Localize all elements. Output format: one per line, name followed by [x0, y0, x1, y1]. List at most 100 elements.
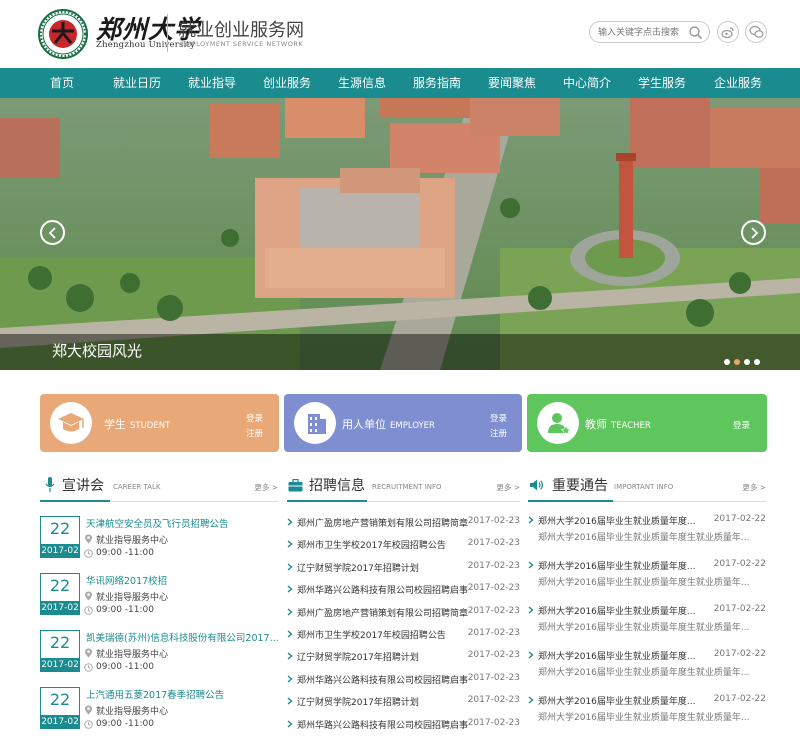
talk-date-badge: 22 2017-02: [40, 573, 80, 615]
banner-dot-1[interactable]: [724, 359, 730, 365]
banner-dot-2[interactable]: [734, 359, 740, 365]
recruit-date: 2017-02-23: [467, 695, 520, 706]
recruit-title-link[interactable]: 郑州华路兴公路科技有限公司校园招聘启事: [297, 583, 468, 596]
talks-more-link[interactable]: 更多 >: [254, 482, 278, 493]
talk-location-text: 就业指导服务中心: [96, 536, 169, 546]
nav-graduates[interactable]: 生源信息: [324, 68, 400, 98]
talk-title-link[interactable]: 天津航空安全员及飞行员招聘公告: [86, 516, 229, 530]
notice-row[interactable]: 郑州大学2016届毕业生就业质量年度... 2017-02-22 郑州大学201…: [528, 649, 766, 683]
location-pin-icon: [85, 534, 92, 544]
recruit-title-link[interactable]: 郑州华路兴公路科技有限公司校园招聘启事: [297, 718, 468, 731]
recruit-title-link[interactable]: 郑州华路兴公路科技有限公司校园招聘启事: [297, 673, 468, 686]
notice-date: 2017-02-22: [713, 694, 766, 704]
notice-row[interactable]: 郑州大学2016届毕业生就业质量年度... 2017-02-22 郑州大学201…: [528, 694, 766, 728]
notices-header: 重要通告 IMPORTANT INFO 更多 >: [528, 472, 766, 502]
banner-dot-3[interactable]: [744, 359, 750, 365]
recruit-row[interactable]: 郑州广盈房地产营销策划有限公司招聘简章 2017-02-23: [287, 516, 520, 534]
student-register-link[interactable]: 注册: [246, 427, 263, 439]
location-pin-icon: [85, 705, 92, 715]
talk-time-text: 09:00 -11:00: [96, 662, 154, 672]
nav-calendar[interactable]: 就业日历: [99, 68, 175, 98]
recruit-more-link[interactable]: 更多 >: [496, 482, 520, 493]
wechat-button[interactable]: [745, 21, 767, 43]
talks-header: 宣讲会 CAREER TALK 更多 >: [40, 472, 278, 502]
recruit-row[interactable]: 郑州市卫生学校2017年校园招聘公告 2017-02-23: [287, 538, 520, 556]
chevron-right-icon: [528, 516, 534, 524]
notice-date: 2017-02-22: [713, 649, 766, 659]
talk-year-month: 2017-02: [40, 544, 80, 558]
banner-next-button[interactable]: [741, 220, 766, 245]
card-student[interactable]: 学生 STUDENT 登录 注册: [40, 394, 279, 452]
card-student-title-en: STUDENT: [130, 421, 171, 431]
search-input[interactable]: [598, 25, 688, 40]
notice-title-link[interactable]: 郑州大学2016届毕业生就业质量年度...: [538, 559, 696, 572]
recruit-row[interactable]: 郑州华路兴公路科技有限公司校园招聘启事 2017-02-23: [287, 673, 520, 691]
notices-more-link[interactable]: 更多 >: [742, 482, 766, 493]
nav-home[interactable]: 首页: [24, 68, 100, 98]
nav-guidance[interactable]: 就业指导: [174, 68, 250, 98]
talk-year-month: 2017-02: [40, 658, 80, 672]
student-login-link[interactable]: 登录: [246, 412, 263, 424]
card-teacher-title-en: TEACHER: [611, 421, 651, 431]
recruit-row[interactable]: 郑州广盈房地产营销策划有限公司招聘简章 2017-02-23: [287, 606, 520, 624]
banner-dot-4[interactable]: [754, 359, 760, 365]
card-teacher[interactable]: 教师 TEACHER 登录: [527, 394, 767, 452]
card-employer[interactable]: 用人单位 EMPLOYER 登录 注册: [284, 394, 522, 452]
nav-entrepreneurship[interactable]: 创业服务: [249, 68, 325, 98]
talk-title-link[interactable]: 上汽通用五菱2017春季招聘公告: [86, 687, 224, 701]
teacher-login-link[interactable]: 登录: [733, 419, 750, 431]
notice-title-link[interactable]: 郑州大学2016届毕业生就业质量年度...: [538, 514, 696, 527]
site-title: 就业创业服务网: [178, 20, 304, 41]
talk-location-text: 就业指导服务中心: [96, 593, 169, 603]
card-employer-title-en: EMPLOYER: [390, 421, 435, 431]
talk-item[interactable]: 22 2017-02 天津航空安全员及飞行员招聘公告 就业指导服务中心 09:0…: [40, 516, 278, 568]
employer-register-link[interactable]: 注册: [490, 427, 507, 439]
nav-company-service[interactable]: 企业服务: [700, 68, 776, 98]
main-nav: 首页 就业日历 就业指导 创业服务 生源信息 服务指南 要闻聚焦 中心简介 学生…: [0, 68, 800, 98]
talk-location-text: 就业指导服务中心: [96, 650, 169, 660]
banner-slider[interactable]: 郑大校园风光: [0, 98, 800, 370]
recruit-row[interactable]: 郑州华路兴公路科技有限公司校园招聘启事 2017-02-23: [287, 718, 520, 736]
notice-row[interactable]: 郑州大学2016届毕业生就业质量年度... 2017-02-22 郑州大学201…: [528, 559, 766, 593]
nav-service-guide[interactable]: 服务指南: [399, 68, 475, 98]
talk-title-link[interactable]: 凯美瑞德(苏州)信息科技股份有限公司2017...: [86, 630, 279, 644]
nav-about[interactable]: 中心简介: [549, 68, 625, 98]
campus-photo: [0, 98, 800, 370]
banner-prev-button[interactable]: [40, 220, 65, 245]
notice-row[interactable]: 郑州大学2016届毕业生就业质量年度... 2017-02-22 郑州大学201…: [528, 514, 766, 548]
chevron-right-icon: [287, 540, 293, 548]
talk-date-badge: 22 2017-02: [40, 630, 80, 672]
recruit-row[interactable]: 郑州华路兴公路科技有限公司校园招聘启事 2017-02-23: [287, 583, 520, 601]
recruit-row[interactable]: 辽宁财贸学院2017年招聘计划 2017-02-23: [287, 561, 520, 579]
university-seal-icon[interactable]: [38, 9, 88, 59]
recruit-title-link[interactable]: 辽宁财贸学院2017年招聘计划: [297, 650, 419, 663]
recruit-title-link[interactable]: 辽宁财贸学院2017年招聘计划: [297, 695, 419, 708]
talk-item[interactable]: 22 2017-02 凯美瑞德(苏州)信息科技股份有限公司2017... 就业指…: [40, 630, 279, 682]
nav-student-service[interactable]: 学生服务: [624, 68, 700, 98]
recruit-date: 2017-02-23: [467, 516, 520, 526]
recruit-title-link[interactable]: 郑州广盈房地产营销策划有限公司招聘简章: [297, 606, 468, 619]
recruit-title-link[interactable]: 郑州广盈房地产营销策划有限公司招聘简章: [297, 516, 468, 529]
recruit-row[interactable]: 郑州市卫生学校2017年校园招聘公告 2017-02-23: [287, 628, 520, 646]
weibo-button[interactable]: [717, 21, 739, 43]
chevron-right-icon: [528, 696, 534, 704]
recruit-row[interactable]: 辽宁财贸学院2017年招聘计划 2017-02-23: [287, 695, 520, 713]
chevron-right-icon: [287, 563, 293, 571]
recruit-title-link[interactable]: 郑州市卫生学校2017年校园招聘公告: [297, 628, 446, 641]
talk-item[interactable]: 22 2017-02 上汽通用五菱2017春季招聘公告 就业指导服务中心 09:…: [40, 687, 278, 739]
employer-login-link[interactable]: 登录: [490, 412, 507, 424]
notice-title-link[interactable]: 郑州大学2016届毕业生就业质量年度...: [538, 694, 696, 707]
notice-title-link[interactable]: 郑州大学2016届毕业生就业质量年度...: [538, 649, 696, 662]
notice-title-link[interactable]: 郑州大学2016届毕业生就业质量年度...: [538, 604, 696, 617]
recruit-date: 2017-02-23: [467, 650, 520, 661]
talk-title-link[interactable]: 华讯网络2017校招: [86, 573, 167, 587]
weibo-icon: [721, 27, 734, 39]
notice-row[interactable]: 郑州大学2016届毕业生就业质量年度... 2017-02-22 郑州大学201…: [528, 604, 766, 638]
search-icon[interactable]: [688, 25, 703, 40]
notice-summary: 郑州大学2016届毕业生就业质量年度生就业质量年...: [538, 623, 750, 633]
recruit-title-link[interactable]: 郑州市卫生学校2017年校园招聘公告: [297, 538, 446, 551]
recruit-title-link[interactable]: 辽宁财贸学院2017年招聘计划: [297, 561, 419, 574]
nav-news[interactable]: 要闻聚焦: [474, 68, 550, 98]
talk-item[interactable]: 22 2017-02 华讯网络2017校招 就业指导服务中心 09:00 -11…: [40, 573, 278, 625]
recruit-row[interactable]: 辽宁财贸学院2017年招聘计划 2017-02-23: [287, 650, 520, 668]
